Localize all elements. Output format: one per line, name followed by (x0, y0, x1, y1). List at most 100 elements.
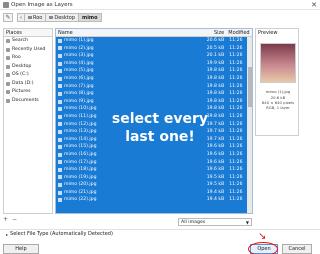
desktop-icon (6, 64, 10, 69)
place-item-desktop[interactable]: Desktop (4, 63, 52, 72)
image-file-icon (58, 38, 62, 43)
file-size-cell: 19.5 kB (206, 174, 225, 180)
file-row[interactable]: mimo (9).jpg 19.8 kB 11:26 (56, 98, 252, 106)
app-icon (3, 2, 9, 8)
path-button-roo[interactable]: Roo (25, 13, 47, 22)
file-row[interactable]: mimo (3).jpg 20.1 kB 11:26 (56, 52, 252, 60)
file-list-header: Name Size Modified (56, 29, 252, 37)
file-row[interactable]: mimo (18).jpg 19.6 kB 11:26 (56, 166, 252, 174)
path-bar: ‹ Roo Desktop mimo (17, 13, 102, 22)
file-name-cell: mimo (16).jpg (56, 151, 204, 159)
file-row[interactable]: mimo (21).jpg 19.4 kB 11:26 (56, 189, 252, 197)
place-item-recently-used[interactable]: Recently Used (4, 46, 52, 55)
file-size-cell: 20.1 kB (206, 53, 225, 59)
image-file-icon (58, 145, 62, 150)
column-header-size[interactable]: Size (204, 29, 226, 36)
column-header-name[interactable]: Name (56, 29, 204, 36)
file-row[interactable]: mimo (7).jpg 19.8 kB 11:26 (56, 83, 252, 91)
expander-arrow-icon: ▸ (6, 231, 9, 237)
scrollbar-thumb[interactable] (247, 67, 252, 107)
file-size-cell: 19.9 kB (206, 60, 225, 66)
file-row[interactable]: mimo (22).jpg 19.4 kB 11:26 (56, 196, 252, 204)
file-type-expander[interactable]: ▸ Select File Type (Automatically Detect… (6, 231, 113, 237)
place-item-data-d[interactable]: Data (D:) (4, 80, 52, 89)
preview-label: Preview (258, 30, 278, 36)
cancel-button[interactable]: Cancel (282, 244, 312, 254)
title-bar: Open Image as Layers ✕ (0, 0, 320, 10)
file-name-cell: mimo (8).jpg (56, 90, 204, 98)
image-file-icon (58, 76, 62, 81)
file-size-cell: 19.5 kB (206, 182, 225, 188)
preview-thumbnail (260, 43, 296, 83)
file-name-cell: mimo (9).jpg (56, 98, 204, 106)
file-size-cell: 19.8 kB (206, 91, 225, 97)
file-name-cell: mimo (18).jpg (56, 166, 204, 174)
file-row[interactable]: mimo (2).jpg 20.5 kB 11:26 (56, 45, 252, 53)
image-file-icon (58, 198, 62, 203)
place-item-roo[interactable]: Roo (4, 54, 52, 63)
add-place-icon[interactable]: + (3, 216, 8, 223)
preview-file-name: mimo (1).jpg (265, 89, 291, 94)
file-name-cell: mimo (3).jpg (56, 52, 204, 60)
image-file-icon (58, 183, 62, 188)
file-row[interactable]: mimo (6).jpg 19.8 kB 11:26 (56, 75, 252, 83)
file-row[interactable]: mimo (5).jpg 19.8 kB 11:26 (56, 67, 252, 75)
places-header: Places (4, 29, 52, 37)
column-header-modified[interactable]: Modified (226, 29, 252, 36)
pictures-folder-icon (6, 90, 10, 95)
close-icon[interactable]: ✕ (311, 1, 317, 9)
image-file-icon (58, 69, 62, 74)
place-item-os-c[interactable]: OS (C:) (4, 71, 52, 80)
file-size-cell: 19.8 kB (206, 68, 225, 74)
image-file-icon (58, 167, 62, 172)
file-row[interactable]: mimo (4).jpg 19.9 kB 11:26 (56, 60, 252, 68)
image-file-icon (58, 107, 62, 112)
image-file-icon (58, 160, 62, 165)
file-row[interactable]: mimo (19).jpg 19.5 kB 11:26 (56, 174, 252, 182)
place-item-search[interactable]: Search (4, 37, 52, 46)
window-title: Open Image as Layers (11, 2, 73, 8)
home-folder-icon (6, 56, 10, 61)
path-button-desktop[interactable]: Desktop (46, 13, 79, 22)
help-button[interactable]: Help (3, 244, 39, 254)
chevron-down-icon: ▼ (245, 220, 249, 225)
path-back-arrow-icon[interactable]: ‹ (17, 13, 25, 22)
image-file-icon (58, 114, 62, 119)
remove-place-icon[interactable]: − (12, 216, 17, 223)
file-list-scrollbar[interactable] (247, 37, 252, 213)
annotation-arrow-icon: ↘ (258, 231, 267, 242)
file-name-cell: mimo (5).jpg (56, 67, 204, 75)
toolbar: ✎ ‹ Roo Desktop mimo (0, 11, 320, 25)
place-item-documents[interactable]: Documents (4, 97, 52, 106)
preview-panel: Preview mimo (1).jpg 20.6 kB 640 × 640 p… (255, 28, 299, 136)
documents-folder-icon (6, 98, 10, 103)
file-row[interactable]: mimo (20).jpg 19.5 kB 11:26 (56, 181, 252, 189)
pencil-icon: ✎ (5, 14, 11, 21)
file-size-cell: 19.8 kB (206, 98, 225, 104)
image-file-icon (58, 99, 62, 104)
file-filter-select[interactable]: All images ▼ (178, 218, 252, 226)
file-size-cell: 20.5 kB (206, 45, 225, 51)
file-row[interactable]: mimo (16).jpg 19.6 kB 11:26 (56, 151, 252, 159)
image-file-icon (58, 46, 62, 51)
file-name-cell: mimo (4).jpg (56, 60, 204, 68)
file-name-cell: mimo (6).jpg (56, 75, 204, 83)
file-row[interactable]: mimo (1).jpg 20.6 kB 11:26 (56, 37, 252, 45)
image-file-icon (58, 61, 62, 66)
file-row[interactable]: mimo (8).jpg 19.8 kB 11:26 (56, 90, 252, 98)
file-row[interactable]: mimo (17).jpg 19.6 kB 11:26 (56, 159, 252, 167)
path-button-mimo[interactable]: mimo (79, 13, 102, 22)
file-name-cell: mimo (17).jpg (56, 159, 204, 167)
type-location-button[interactable]: ✎ (3, 13, 13, 22)
place-item-pictures[interactable]: Pictures (4, 88, 52, 97)
clock-icon (6, 47, 10, 52)
annotation-text: select every last one! (111, 111, 209, 145)
image-file-icon (58, 91, 62, 96)
file-size-cell: 19.6 kB (206, 151, 225, 157)
file-name-cell: mimo (21).jpg (56, 189, 204, 197)
folder-icon (28, 16, 32, 19)
file-size-cell: 19.8 kB (206, 83, 225, 89)
file-size-cell: 19.8 kB (206, 75, 225, 81)
drive-icon (6, 73, 10, 78)
file-name-cell: mimo (22).jpg (56, 196, 204, 204)
